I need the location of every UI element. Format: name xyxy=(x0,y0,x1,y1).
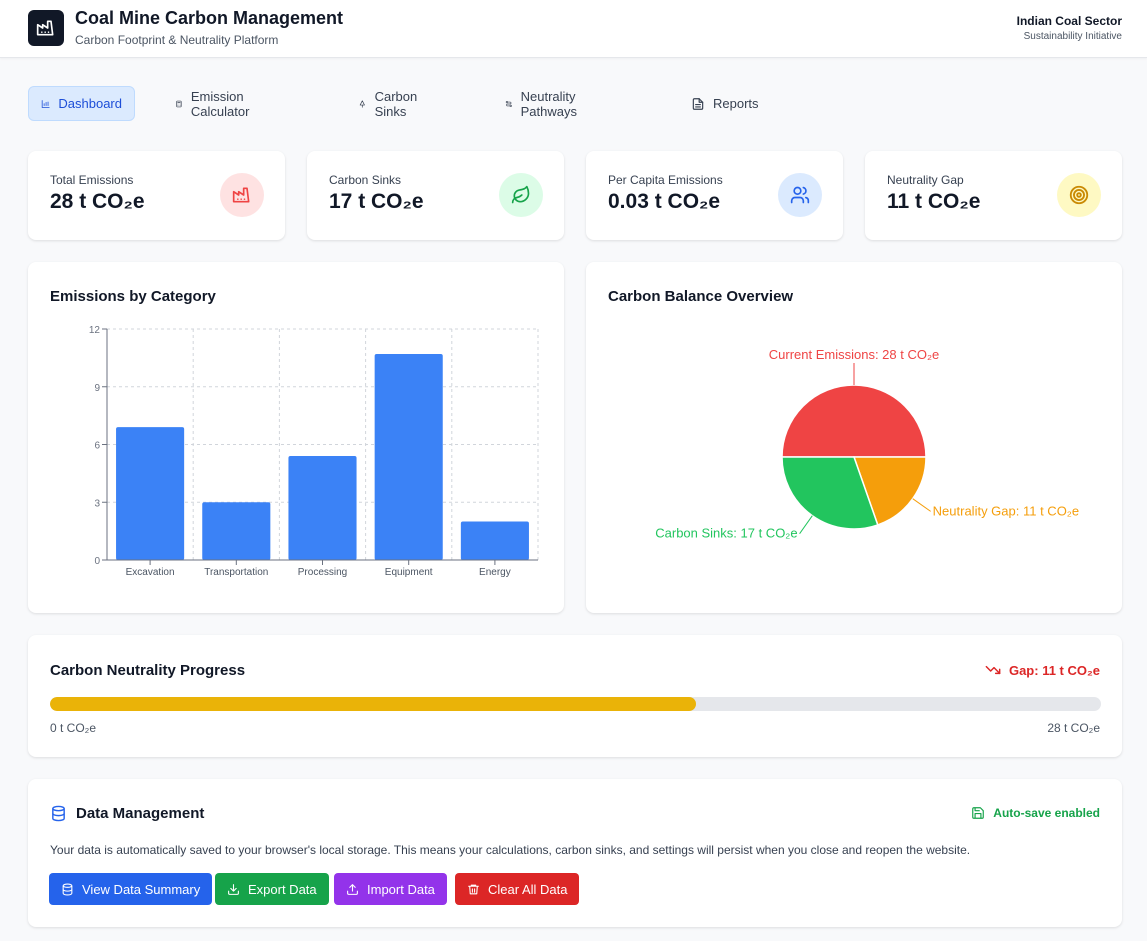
clear-all-data-button[interactable]: Clear All Data xyxy=(455,873,580,905)
tree-icon xyxy=(359,99,365,108)
y-tick-label: 0 xyxy=(94,556,100,567)
stat-card-total-emissions: Total Emissions 28 t CO₂e xyxy=(28,151,285,240)
save-icon xyxy=(972,807,985,819)
progress-min-label: 0 t CO₂e xyxy=(50,721,97,735)
pie-chart: Current Emissions: 28 t CO₂e Neutrality G… xyxy=(655,347,1079,541)
target-icon xyxy=(1057,173,1101,217)
pie-label: Current Emissions: 28 t CO₂e xyxy=(769,347,940,362)
autosave-label: Auto-save enabled xyxy=(993,806,1100,820)
database-icon xyxy=(52,805,65,822)
app-title: Coal Mine Carbon Management xyxy=(75,8,344,28)
calculator-icon xyxy=(176,100,182,107)
tab-label: Dashboard xyxy=(58,96,122,111)
app-subtitle: Carbon Footprint & Neutrality Platform xyxy=(75,33,279,47)
button-label: View Data Summary xyxy=(82,881,201,897)
y-tick-label: 3 xyxy=(94,498,100,509)
stat-value: 0.03 t CO₂e xyxy=(608,190,721,213)
trending-down-icon xyxy=(985,665,1001,675)
x-tick-label: Equipment xyxy=(385,567,433,578)
tab-dashboard[interactable]: Dashboard xyxy=(28,86,135,121)
pie-label: Neutrality Gap: 11 t CO₂e xyxy=(933,503,1079,518)
x-tick-label: Transportation xyxy=(204,567,268,578)
export-data-button[interactable]: Export Data xyxy=(215,873,329,905)
gap-indicator: Gap: 11 t CO₂e xyxy=(985,662,1100,678)
download-icon xyxy=(228,883,239,895)
data-management-description: Your data is automatically saved to your… xyxy=(50,843,971,857)
progress-title: Carbon Neutrality Progress xyxy=(50,662,246,679)
bar[interactable] xyxy=(116,427,185,560)
pie-leader-line xyxy=(799,515,813,534)
bar[interactable] xyxy=(460,521,529,561)
data-management-heading: Data Management xyxy=(50,805,204,822)
gap-label: Gap: 11 t CO₂e xyxy=(1008,662,1100,678)
tab-label: Emission Calculator xyxy=(190,88,250,119)
tab-emission-calculator[interactable]: Emission Calculator xyxy=(163,86,268,121)
stat-card-carbon-sinks: Carbon Sinks 17 t CO₂e xyxy=(307,151,564,240)
emissions-by-category-card: Emissions by Category 0 3 6 9 12 Excavation Tr… xyxy=(28,262,564,613)
y-tick-label: 12 xyxy=(89,325,101,336)
tab-carbon-sinks[interactable]: Carbon Sinks xyxy=(346,86,435,121)
carbon-balance-card: Carbon Balance Overview Current Emission… xyxy=(586,262,1122,613)
factory-icon xyxy=(220,173,264,217)
stat-card-per-capita: Per Capita Emissions 0.03 t CO₂e xyxy=(586,151,843,240)
pie-leader-line xyxy=(912,498,931,512)
upload-icon xyxy=(347,883,358,895)
app-header: Coal Mine Carbon Management Carbon Footp… xyxy=(0,0,1147,58)
progress-fill xyxy=(50,697,697,711)
y-tick-label: 9 xyxy=(94,383,100,394)
stat-value: 28 t CO₂e xyxy=(50,190,145,213)
autosave-status: Auto-save enabled xyxy=(971,806,1100,820)
data-management-title: Data Management xyxy=(76,805,205,822)
bar[interactable] xyxy=(288,456,357,560)
progress-max-label: 28 t CO₂e xyxy=(1047,721,1100,735)
tab-reports[interactable]: Reports xyxy=(679,86,771,121)
trash-icon xyxy=(468,884,479,894)
route-icon xyxy=(505,100,512,107)
x-tick-label: Excavation xyxy=(126,567,175,578)
stat-value: 11 t CO₂e xyxy=(887,190,981,213)
button-label: Export Data xyxy=(248,881,317,897)
progress-track xyxy=(50,697,1101,711)
bar-chart-icon xyxy=(41,99,50,108)
pie-label: Carbon Sinks: 17 t CO₂e xyxy=(655,526,797,541)
file-icon xyxy=(692,97,704,110)
stat-value: 17 t CO₂e xyxy=(329,190,424,213)
tab-label: Carbon Sinks xyxy=(374,88,418,119)
pie-slice[interactable] xyxy=(781,384,927,458)
bar[interactable] xyxy=(202,502,271,560)
bar-chart: 0 3 6 9 12 Excavation Transportation Processing… xyxy=(89,325,539,578)
stat-label: Neutrality Gap xyxy=(887,173,964,187)
stat-label: Total Emissions xyxy=(50,173,134,187)
x-tick-label: Processing xyxy=(298,567,347,578)
tab-label: Neutrality Pathways xyxy=(520,88,578,119)
factory-logo-icon xyxy=(28,10,64,46)
users-icon xyxy=(778,173,822,217)
org-subtitle: Sustainability Initiative xyxy=(1023,31,1122,42)
bar[interactable] xyxy=(374,354,443,560)
y-tick-label: 6 xyxy=(94,441,100,452)
org-name: Indian Coal Sector xyxy=(1016,14,1122,28)
import-data-button[interactable]: Import Data xyxy=(334,873,447,905)
tab-neutrality-pathways[interactable]: Neutrality Pathways xyxy=(493,86,595,121)
stat-label: Carbon Sinks xyxy=(329,173,402,187)
tab-label: Reports xyxy=(713,96,759,111)
stat-label: Per Capita Emissions xyxy=(608,173,723,187)
leaf-icon xyxy=(499,173,543,217)
button-label: Clear All Data xyxy=(488,881,568,897)
button-label: Import Data xyxy=(367,881,435,897)
neutrality-progress-card: Carbon Neutrality Progress Gap: 11 t CO₂… xyxy=(28,635,1122,757)
view-data-summary-button[interactable]: View Data Summary xyxy=(49,873,213,905)
data-management-card: Data Management Auto-save enabled Your d… xyxy=(28,779,1122,927)
x-tick-label: Energy xyxy=(479,567,511,578)
stat-card-neutrality-gap: Neutrality Gap 11 t CO₂e xyxy=(865,151,1122,240)
database-icon xyxy=(62,883,73,895)
